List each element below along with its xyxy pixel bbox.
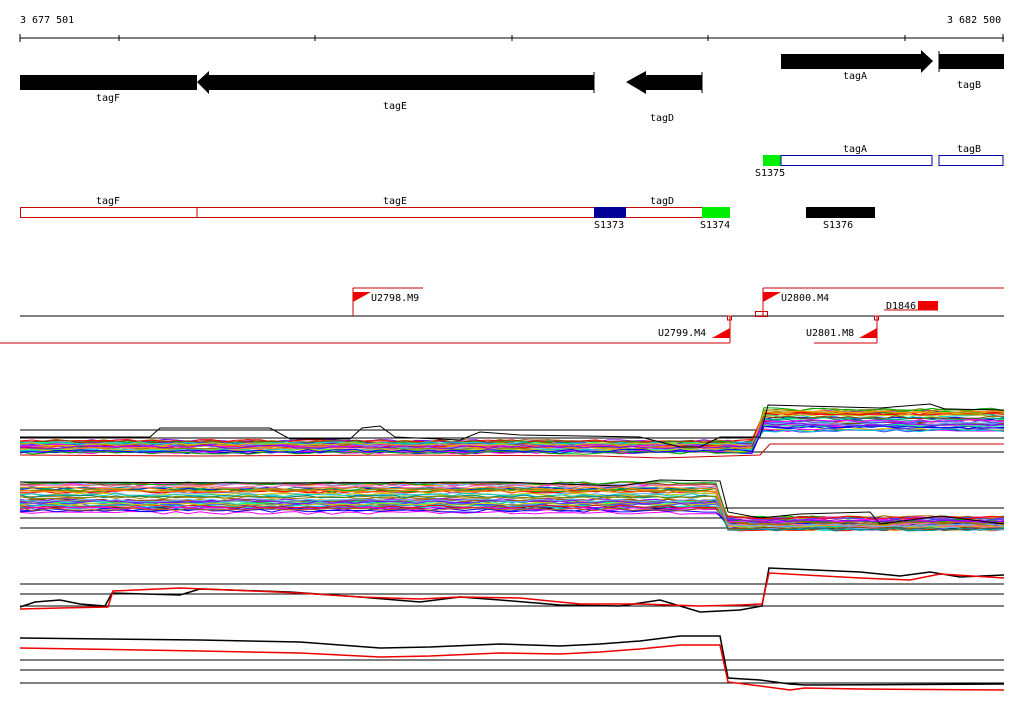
feature-flag-U2798[interactable] — [353, 292, 371, 302]
gene-arrow-tagE[interactable] — [197, 71, 594, 94]
ruler-end-label: 3 682 500 — [947, 15, 1001, 26]
feature-label-U2799: U2799.M4 — [658, 328, 706, 339]
track-trace-black — [19, 567, 1005, 613]
segment-label-tagF: tagF — [96, 196, 120, 207]
segment-label-S1376: S1376 — [823, 220, 853, 231]
segment-tagA[interactable] — [780, 155, 933, 166]
feature-label-U2801: U2801.M8 — [806, 328, 854, 339]
feature-flag-U2801[interactable] — [859, 328, 877, 338]
feature-flag-U2800[interactable] — [763, 292, 781, 302]
gene-label-tagD: tagD — [650, 113, 674, 124]
ruler-start-label: 3 677 501 — [20, 15, 74, 26]
gene-arrow-tagD[interactable] — [626, 71, 702, 94]
segment-label-tagE: tagE — [383, 196, 407, 207]
segment-label-S1373: S1373 — [594, 220, 624, 231]
feature-flag-U2799[interactable] — [712, 328, 730, 338]
segment-label-S1375: S1375 — [755, 168, 785, 179]
segment-label-tagD: tagD — [650, 196, 674, 207]
segment-label-tagA: tagA — [843, 144, 867, 155]
feature-label-D1846: D1846 — [886, 301, 916, 312]
pair-track-1 — [19, 567, 1005, 613]
segment-label-S1374: S1374 — [700, 220, 730, 231]
segment-S1374[interactable] — [702, 207, 730, 218]
segment-label-tagB: tagB — [957, 144, 981, 155]
gene-track: tagF tagE tagD tagA tagB — [20, 50, 1004, 124]
feature-box-D1846[interactable] — [918, 301, 938, 310]
gene-label-tagB: tagB — [957, 80, 981, 91]
segment-S1376[interactable] — [806, 207, 875, 218]
feature-label-U2800: U2800.M4 — [781, 293, 829, 304]
gene-label-tagA: tagA — [843, 71, 867, 82]
segment-S1373[interactable] — [594, 207, 626, 218]
genome-browser-canvas: 3 677 501 3 682 500 tagF tagE tagD tagA … — [0, 15, 1005, 691]
gene-label-tagE: tagE — [383, 101, 407, 112]
gene-arrow-tagA[interactable] — [781, 50, 933, 73]
gene-label-tagF: tagF — [96, 93, 120, 104]
gene-arrow-tagB[interactable] — [939, 54, 1004, 69]
pair-track-2 — [19, 635, 1005, 691]
feature-label-U2798: U2798.M9 — [371, 293, 419, 304]
coordinate-ruler: 3 677 501 3 682 500 — [19, 15, 1004, 42]
multi-sample-track-2 — [19, 479, 1005, 532]
segment-tagB[interactable] — [938, 155, 1004, 166]
segment-S1375[interactable] — [763, 155, 781, 166]
multi-sample-track-1 — [19, 403, 1005, 459]
feature-track: U2798.M9 U2800.M4 D1846 U2799.M4 U2801.M… — [0, 287, 1004, 344]
gene-arrow-tagF[interactable] — [20, 75, 197, 90]
segment-track: tagA tagB S1375 tagF tagE tagD S1373 S13… — [20, 144, 1004, 231]
track-trace-red — [19, 572, 1005, 610]
